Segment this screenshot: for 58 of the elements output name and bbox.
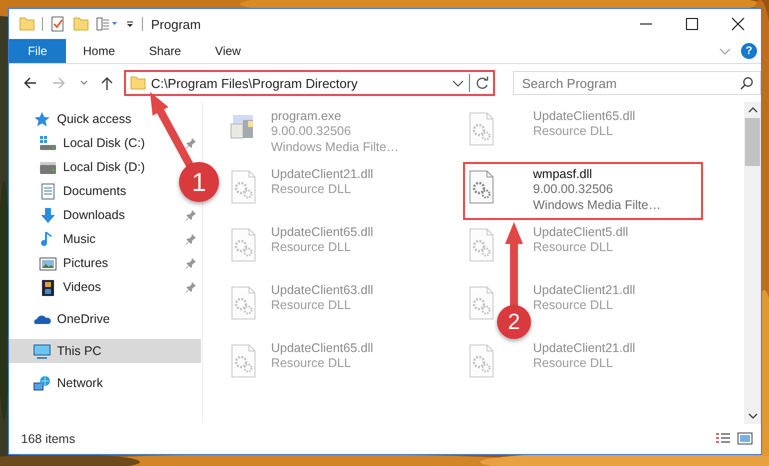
refresh-icon[interactable] bbox=[475, 76, 489, 90]
file-detail: Resource DLL bbox=[533, 297, 614, 313]
download-icon bbox=[39, 206, 57, 224]
file-detail: 9.00.00.32506 bbox=[271, 123, 352, 139]
drive-icon bbox=[39, 134, 57, 152]
pin-icon[interactable] bbox=[185, 257, 197, 269]
navigation-item[interactable]: Videos bbox=[9, 275, 107, 299]
document-icon bbox=[39, 182, 57, 200]
help-icon[interactable]: ? bbox=[741, 43, 757, 59]
navigation-item[interactable]: Documents bbox=[9, 179, 132, 203]
navigation-item[interactable]: Downloads bbox=[9, 203, 131, 227]
file-detail: Resource DLL bbox=[271, 181, 352, 197]
window-title: Program bbox=[151, 16, 201, 32]
search-icon[interactable] bbox=[740, 76, 754, 90]
navigation-item[interactable]: Music bbox=[9, 227, 102, 251]
scrollbar-thumb[interactable] bbox=[745, 118, 760, 166]
ribbon-tab[interactable]: View bbox=[198, 39, 258, 63]
chevron-down-icon[interactable] bbox=[719, 46, 731, 56]
network-icon bbox=[33, 374, 51, 392]
navigation-item[interactable]: OneDrive bbox=[9, 307, 116, 331]
ribbon-tab[interactable]: Share bbox=[132, 39, 198, 63]
item-count: 168 items bbox=[21, 432, 76, 446]
navigation-item[interactable]: Quick access bbox=[9, 107, 138, 131]
navigation-item[interactable]: Network bbox=[9, 371, 109, 395]
pin-icon[interactable] bbox=[185, 209, 197, 221]
monitor-icon bbox=[33, 342, 51, 360]
star-icon bbox=[33, 110, 51, 128]
navigation-item[interactable]: Local Disk (C:) bbox=[9, 131, 151, 155]
dropdown-icon[interactable] bbox=[452, 78, 464, 88]
pin-icon[interactable] bbox=[185, 281, 197, 293]
folder-icon bbox=[130, 75, 146, 91]
file-detail: Resource DLL bbox=[533, 239, 614, 255]
file-detail: Resource DLL bbox=[533, 123, 614, 139]
address-path: C:\Program Files\Program Directory bbox=[151, 76, 359, 90]
scrollbar[interactable] bbox=[744, 102, 761, 424]
file-menu-tab[interactable]: File bbox=[9, 39, 66, 63]
picture-icon bbox=[39, 254, 57, 272]
file-detail: Windows Media Filte… bbox=[271, 139, 399, 155]
file-detail: 9.00.00.32506 bbox=[533, 181, 614, 197]
file-detail: Resource DLL bbox=[533, 355, 614, 371]
pin-icon[interactable] bbox=[185, 137, 197, 149]
pin-icon[interactable] bbox=[185, 233, 197, 245]
film-icon bbox=[39, 278, 57, 296]
file-detail: Windows Media Filte… bbox=[533, 197, 661, 213]
navigation-item[interactable]: This PC bbox=[9, 339, 201, 363]
search-field[interactable]: Search Program bbox=[513, 71, 761, 95]
view-options-icon[interactable] bbox=[96, 16, 118, 32]
address-field[interactable]: C:\Program Files\Program Directory bbox=[124, 70, 495, 96]
large-icons-view-icon[interactable] bbox=[737, 432, 753, 446]
details-view-icon[interactable] bbox=[715, 432, 731, 446]
file-detail: Resource DLL bbox=[271, 297, 352, 313]
ribbon-tab[interactable]: Home bbox=[66, 39, 132, 63]
file-detail: Resource DLL bbox=[271, 355, 352, 371]
file-name[interactable]: wmpasf.dll bbox=[533, 167, 661, 181]
navigation-item[interactable]: Pictures bbox=[9, 251, 114, 275]
navigation-item[interactable]: Local Disk (D:) bbox=[9, 155, 151, 179]
file-detail: Resource DLL bbox=[271, 239, 352, 255]
properties-icon[interactable] bbox=[50, 16, 66, 32]
